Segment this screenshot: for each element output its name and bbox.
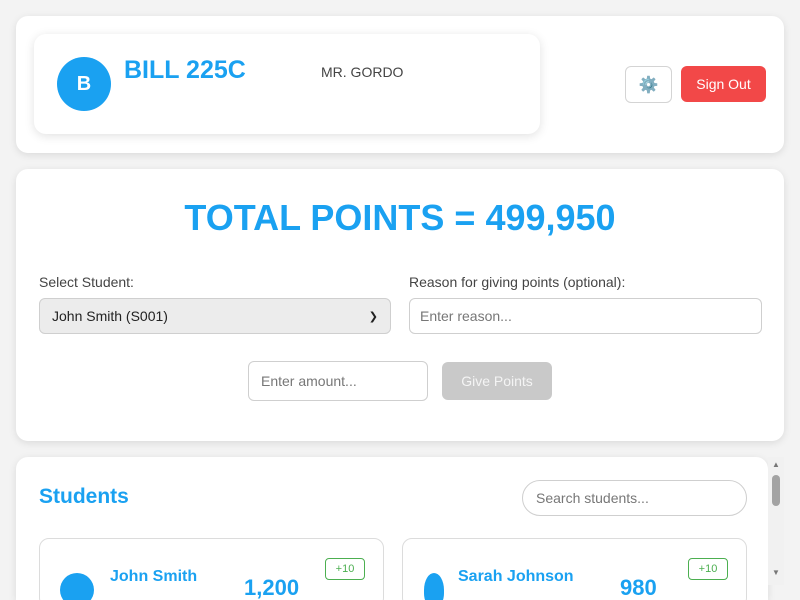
total-points: TOTAL POINTS = 499,950 bbox=[184, 197, 616, 238]
amount-input[interactable]: Enter amount... bbox=[248, 361, 428, 401]
scroll-up-arrow-icon[interactable]: ▲ bbox=[772, 460, 780, 469]
class-info-card: B BILL 225C MR. GORDO bbox=[34, 34, 540, 134]
student-card[interactable]: Sarah Johnson 980 +10 bbox=[402, 538, 747, 600]
reason-input[interactable]: Enter reason... bbox=[409, 298, 762, 334]
student-name: Sarah Johnson bbox=[458, 568, 574, 585]
student-select-label: Select Student: bbox=[39, 274, 134, 290]
avatar bbox=[60, 573, 94, 600]
student-select-value: John Smith (S001) bbox=[52, 308, 168, 324]
teacher-name: MR. GORDO bbox=[321, 64, 404, 80]
student-select[interactable]: John Smith (S001) ❯ bbox=[39, 298, 391, 334]
scrollbar-thumb[interactable] bbox=[772, 475, 780, 506]
avatar bbox=[424, 573, 444, 600]
student-points: 980 bbox=[620, 575, 657, 600]
scrollbar[interactable]: ▲ ▼ bbox=[768, 457, 784, 585]
give-points-button[interactable]: Give Points bbox=[442, 362, 552, 400]
class-avatar: B bbox=[57, 57, 111, 111]
give-points-panel: TOTAL POINTS = 499,950 Select Student: J… bbox=[16, 169, 784, 441]
scroll-down-arrow-icon[interactable]: ▼ bbox=[772, 568, 780, 577]
student-name: John Smith bbox=[110, 568, 198, 585]
students-panel: Students Search students... John Smith 1… bbox=[16, 457, 768, 600]
class-title: BILL 225C bbox=[124, 56, 246, 84]
add-points-button[interactable]: +10 bbox=[325, 558, 365, 580]
students-heading: Students bbox=[39, 485, 129, 508]
reason-label: Reason for giving points (optional): bbox=[409, 274, 626, 290]
header-panel: B BILL 225C MR. GORDO ⚙️ Sign Out bbox=[16, 16, 784, 153]
student-card[interactable]: John Smith 1,200 +10 bbox=[39, 538, 384, 600]
gear-icon: ⚙️ bbox=[638, 76, 659, 94]
search-students-input[interactable]: Search students... bbox=[522, 480, 747, 516]
student-points: 1,200 bbox=[244, 575, 300, 600]
sign-out-button[interactable]: Sign Out bbox=[681, 66, 766, 102]
add-points-button[interactable]: +10 bbox=[688, 558, 728, 580]
settings-button[interactable]: ⚙️ bbox=[625, 66, 672, 103]
chevron-down-icon: ❯ bbox=[368, 310, 378, 323]
